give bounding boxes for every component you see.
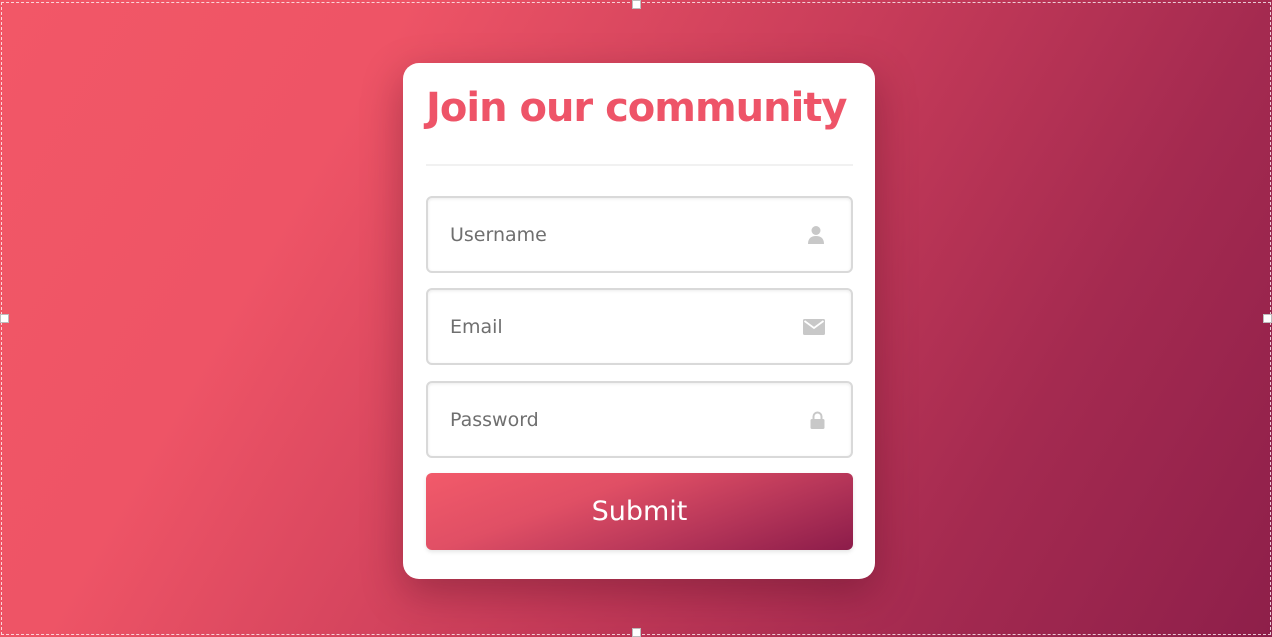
resize-handle-bottom[interactable] [632,628,641,637]
user-icon [807,225,825,245]
resize-handle-right[interactable] [1263,314,1272,323]
title-divider [426,164,853,166]
lock-icon [810,411,825,429]
resize-handle-top[interactable] [632,0,641,9]
password-field[interactable] [426,381,853,458]
email-input[interactable] [428,290,851,363]
username-input[interactable] [428,198,851,271]
form-title: Join our community [426,85,847,131]
envelope-icon [803,318,825,335]
page-background: Join our community Username Email Submit [0,0,1272,637]
submit-button[interactable]: Submit [426,473,853,550]
username-field[interactable] [426,196,853,273]
resize-handle-left[interactable] [0,314,9,323]
signup-card: Join our community Username Email Submit [403,63,875,579]
password-input[interactable] [428,383,851,456]
email-field[interactable] [426,288,853,365]
